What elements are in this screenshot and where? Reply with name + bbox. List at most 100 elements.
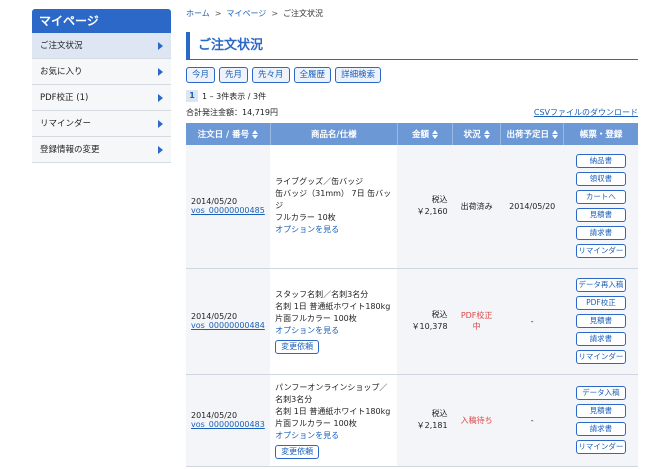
price: ￥2,181 [416, 421, 448, 430]
ship-date-cell: - [500, 374, 564, 467]
product-line: ライブグッズ／缶バッジ [275, 177, 364, 187]
invoice-button[interactable]: 請求書 [575, 226, 626, 241]
page-title: ご注文状況 [186, 32, 638, 60]
chevron-right-icon [158, 42, 163, 50]
tax-label: 税込 [431, 409, 448, 418]
sidebar-title: マイページ [32, 9, 171, 33]
product-line: パンフーオンラインショップ／ [275, 382, 388, 392]
filter-all-history-button[interactable]: 全履歴 [293, 67, 332, 83]
filter-this-month-button[interactable]: 今月 [186, 67, 216, 83]
order-date: 2014/05/20 [191, 197, 238, 207]
status-cell: PDF校正中 [452, 268, 501, 375]
sidebar-item-pdf-proof[interactable]: PDF校正 (1) [32, 85, 171, 111]
actions-cell: データ入稿 見積書 請求書 リマインダー [563, 374, 638, 467]
product-line: 名刺 1日 普通紙ホワイト180kg [275, 406, 391, 416]
chevron-right-icon [158, 146, 163, 154]
orders-table: 注文日 / 番号 商品名/仕様 金額 状況 出荷予定日 帳票・登録 2014/0… [186, 123, 638, 467]
product-cell: ライブグッズ／缶バッジ 缶バッジ（31mm） 7日 缶バッジ フルカラー 10枚… [270, 145, 398, 269]
table-row: 2014/05/20 vos_00000000483 パンフーオンラインショップ… [186, 374, 638, 467]
amount-cell: 税込 ￥10,378 [397, 268, 453, 375]
price: ￥10,378 [411, 322, 448, 331]
ship-date-cell: - [500, 268, 564, 375]
invoice-button[interactable]: 請求書 [575, 332, 626, 346]
ship-date: 2014/05/20 [509, 201, 556, 211]
period-filters: 今月 先月 先々月 全履歴 詳細検索 [186, 67, 638, 83]
sidebar-item-favorites[interactable]: お気に入り [32, 59, 171, 85]
product-line: スタッフ名刺／名刺3名分 [275, 289, 369, 299]
order-date-cell: 2014/05/20 vos_00000000485 [186, 145, 271, 269]
product-line: 缶バッジ（31mm） 7日 缶バッジ [275, 189, 392, 211]
reminder-button[interactable]: リマインダー [575, 440, 626, 454]
filter-last-month-button[interactable]: 先月 [219, 67, 249, 83]
delivery-note-button[interactable]: 納品書 [575, 154, 626, 169]
page-number[interactable]: 1 [186, 90, 198, 102]
reminder-button[interactable]: リマインダー [575, 350, 626, 364]
ship-date: - [530, 415, 534, 425]
ship-date-cell: 2014/05/20 [500, 145, 564, 269]
order-number-link[interactable]: vos_00000000483 [191, 420, 265, 429]
status-text: 出荷済み [460, 201, 493, 211]
pdf-proof-button[interactable]: PDF校正 [575, 296, 626, 310]
pager: 1 1 – 3件表示 / 3件 [186, 89, 638, 103]
header-actions: 帳票・登録 [563, 123, 638, 145]
product-cell: スタッフ名刺／名刺3名分 名刺 1日 普通紙ホワイト180kg 片面フルカラー … [270, 268, 398, 375]
order-date-cell: 2014/05/20 vos_00000000484 [186, 268, 271, 375]
sidebar-item-label: お気に入り [40, 67, 83, 77]
table-header-row: 注文日 / 番号 商品名/仕様 金額 状況 出荷予定日 帳票・登録 [186, 123, 638, 145]
order-number-link[interactable]: vos_00000000484 [191, 321, 265, 330]
sidebar-item-order-status[interactable]: ご注文状況 [32, 33, 171, 59]
header-ship-date[interactable]: 出荷予定日 [500, 123, 565, 145]
chevron-right-icon [158, 94, 163, 102]
quote-button[interactable]: 見積書 [575, 208, 626, 223]
sidebar-item-label: PDF校正 (1) [40, 93, 89, 103]
header-date[interactable]: 注文日 / 番号 [186, 123, 271, 145]
advanced-search-button[interactable]: 詳細検索 [335, 67, 382, 83]
sidebar-item-account-settings[interactable]: 登録情報の変更 [32, 137, 171, 163]
order-date-cell: 2014/05/20 vos_00000000483 [186, 374, 271, 467]
quote-button[interactable]: 見積書 [575, 404, 626, 418]
actions-cell: データ再入稿 PDF校正 見積書 請求書 リマインダー [563, 268, 638, 375]
product-line: フルカラー 10枚 [275, 213, 336, 223]
quote-button[interactable]: 見積書 [575, 314, 626, 328]
tax-label: 税込 [431, 310, 448, 319]
sort-icon[interactable] [252, 130, 259, 139]
sort-icon[interactable] [483, 130, 490, 139]
reminder-button[interactable]: リマインダー [575, 244, 626, 259]
change-request-button[interactable]: 変更依頼 [275, 444, 320, 459]
actions-cell: 納品書 領収書 カートへ 見積書 請求書 リマインダー [563, 145, 638, 269]
order-number-link[interactable]: vos_00000000485 [191, 206, 265, 215]
tax-label: 税込 [431, 195, 448, 205]
change-request-button[interactable]: 変更依頼 [275, 339, 320, 354]
chevron-right-icon [158, 68, 163, 76]
table-row: 2014/05/20 vos_00000000484 スタッフ名刺／名刺3名分 … [186, 268, 638, 375]
add-to-cart-button[interactable]: カートへ [575, 190, 626, 205]
status-cell: 入稿待ち [452, 374, 501, 467]
product-line: 名刺 1日 普通紙ホワイト180kg [275, 301, 391, 311]
data-resubmit-button[interactable]: データ再入稿 [575, 278, 626, 292]
order-date: 2014/05/20 [191, 312, 238, 321]
chevron-right-icon [158, 120, 163, 128]
product-line: 片面フルカラー 100枚 [275, 418, 357, 428]
product-line: 名刺3名分 [275, 394, 313, 404]
header-amount[interactable]: 金額 [397, 123, 454, 145]
breadcrumb-mypage[interactable]: マイページ [226, 9, 266, 18]
view-options-link[interactable]: オプションを見る [275, 430, 392, 442]
view-options-link[interactable]: オプションを見る [275, 325, 392, 337]
ship-date: - [530, 316, 534, 326]
sidebar-item-reminder[interactable]: リマインダー [32, 111, 171, 137]
amount-cell: 税込 ￥2,181 [397, 374, 453, 467]
csv-download-link[interactable]: CSVファイルのダウンロード [534, 107, 638, 119]
invoice-button[interactable]: 請求書 [575, 422, 626, 436]
header-status[interactable]: 状況 [452, 123, 502, 145]
breadcrumb-home[interactable]: ホーム [186, 9, 210, 18]
sidebar-item-label: ご注文状況 [40, 41, 83, 51]
order-date: 2014/05/20 [191, 411, 238, 420]
receipt-button[interactable]: 領収書 [575, 172, 626, 187]
sort-icon[interactable] [432, 130, 439, 139]
data-submit-button[interactable]: データ入稿 [575, 386, 626, 400]
view-options-link[interactable]: オプションを見る [275, 224, 392, 236]
sort-icon[interactable] [551, 130, 558, 139]
sidebar-item-label: リマインダー [40, 119, 92, 129]
total-amount: 合計発注金額：14,719円 [186, 108, 278, 117]
filter-two-months-ago-button[interactable]: 先々月 [252, 67, 290, 83]
